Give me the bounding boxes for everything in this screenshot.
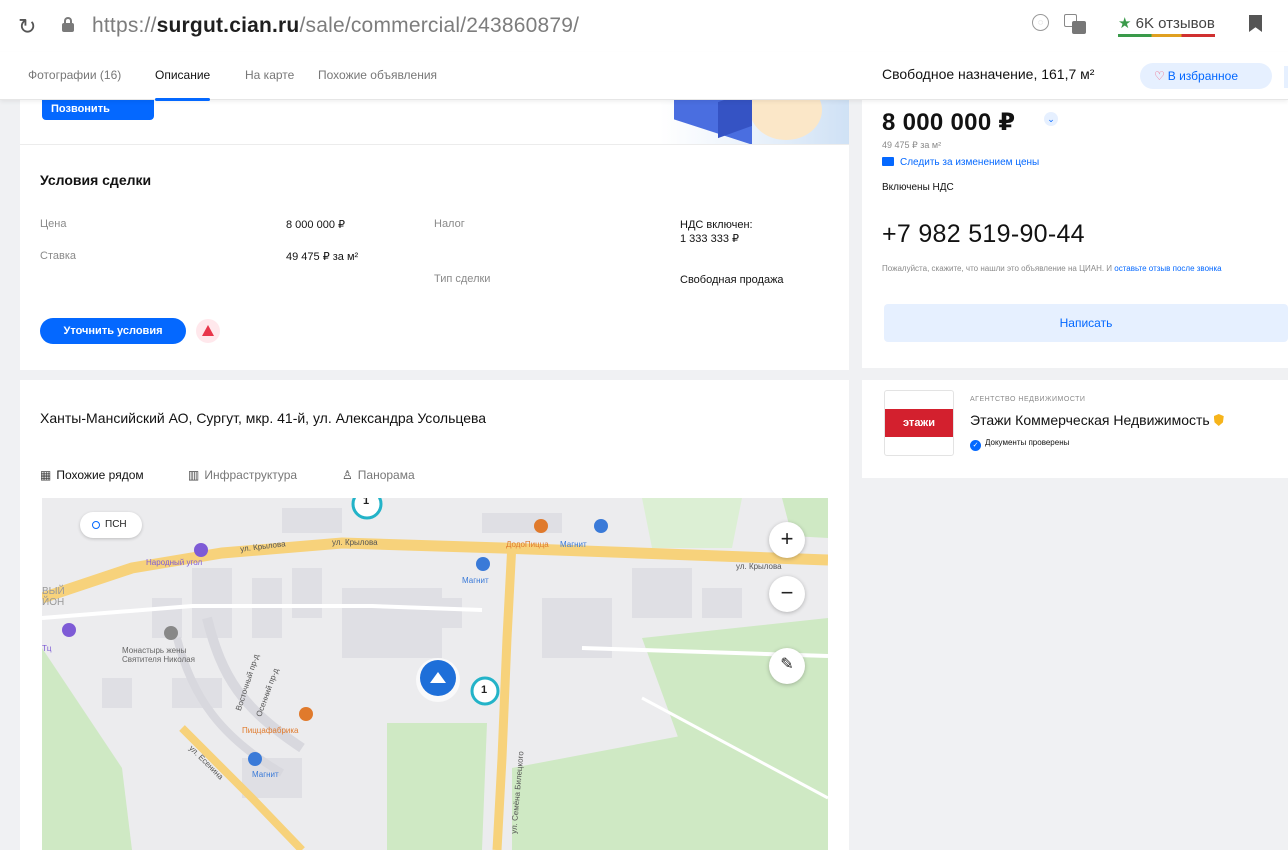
check-icon: ✓ [970,440,981,451]
heart-icon: ♡ [1154,69,1165,83]
psn-filter-chip[interactable]: ПСН [80,512,142,538]
tab-similar[interactable]: Похожие объявления [318,68,437,82]
refine-conditions-button[interactable]: Уточнить условия [40,318,186,344]
map-tab-infrastructure[interactable]: ▥ Инфраструктура [188,468,297,482]
agency-kind: агентство недвижимости [970,396,1086,403]
price: 8 000 000 ₽ [882,109,1016,136]
poi-label: Магнит [252,770,279,779]
zoom-out-button[interactable]: − [769,576,805,612]
agency-card: этажи агентство недвижимости Этажи Комме… [862,380,1288,478]
reviews-badge[interactable]: ★ 6K отзывов [1118,14,1215,37]
tax-label: Налог [434,218,465,230]
extension-icon[interactable] [1062,12,1090,36]
poi-label: Тц [42,644,52,653]
grid-icon: ▦ [40,468,52,482]
conditions-title: Условия сделки [40,172,152,188]
road-label: ул. Крылова [332,538,378,547]
vat-note: Включены НДС [882,182,954,193]
divider [20,144,849,145]
phone-number[interactable]: +7 982 519-90-44 [882,220,1085,249]
poi-label: Магнит [560,540,587,549]
promo-illustration [660,100,849,144]
sticky-tab-bar: Фотографии (16) Описание На карте Похожи… [0,52,1288,101]
bookmark-icon[interactable] [1249,15,1262,32]
more-button[interactable] [1284,66,1288,88]
report-warning-icon[interactable] [196,319,220,343]
tab-description[interactable]: Описание [155,68,211,101]
rate-label: Ставка [40,250,76,262]
district-label: ВЫЙ ЙОН [42,586,65,608]
address: Ханты-Мансийский АО, Сургут, мкр. 41-й, … [40,410,487,426]
call-button[interactable]: Позвонить [42,100,154,120]
map[interactable]: ул. Крылова ул. Крылова ул. Крылова ул. … [42,498,828,850]
star-icon: ★ [1118,15,1132,32]
agency-name[interactable]: Этажи Коммерческая Недвижимость [970,412,1224,428]
deal-type-value: Свободная продажа [680,274,784,286]
map-canvas [42,498,828,850]
favorite-button[interactable]: ♡ В избранное [1140,63,1272,89]
deal-conditions-card: Позвонить Условия сделки Цена 8 000 000 … [20,100,849,370]
deal-type-label: Тип сделки [434,273,491,285]
cluster-count[interactable]: 1 [363,498,369,507]
documents-verified: ✓ Документы проверены [970,438,1069,451]
building-icon: ▥ [188,468,200,482]
price-label: Цена [40,218,67,230]
price-history-chevron-icon[interactable]: ⌄ [1044,112,1058,126]
poi-label: Пиццафабрика [242,726,299,735]
tab-map[interactable]: На карте [245,68,294,82]
browser-address-bar: ↻ https://surgut.cian.ru/sale/commercial… [0,0,1288,52]
poi-label: Магнит [462,576,489,585]
watch-price-link[interactable]: Следить за изменением цены [882,157,1039,168]
ruler-icon[interactable]: ✎ [769,648,805,684]
address-url[interactable]: https://surgut.cian.ru/sale/commercial/2… [92,14,579,38]
price-value: 8 000 000 ₽ [286,219,345,231]
person-walking-icon: ♙ [342,468,353,482]
map-tab-panorama[interactable]: ♙ Панорама [342,468,415,482]
header-summary: Свободное назначение, 161,7 м² [882,66,1095,82]
rate-value: 49 475 ₽ за м² [286,251,359,263]
price-sidebar: 8 000 000 ₽ ⌄ 49 475 ₽ за м² Следить за … [862,100,1288,368]
tax-value-line2: 1 333 333 ₽ [680,233,739,245]
agency-logo[interactable]: этажи [884,390,954,456]
poi-label: Монастырь жены Святителя Николая [122,646,195,664]
poi-label: Народный угол [146,558,203,567]
reload-icon[interactable]: ↻ [18,14,36,40]
envelope-icon [882,157,894,166]
lock-icon[interactable] [62,17,74,32]
leave-review-link[interactable]: оставьте отзыв после звонка [1114,264,1221,273]
shield-icon [1213,414,1224,426]
tab-photos[interactable]: Фотографии (16) [28,68,121,82]
location-card: Ханты-Мансийский АО, Сургут, мкр. 41-й, … [20,380,849,850]
road-label: ул. Крылова [736,562,782,571]
poi-label: ДодоПицца [506,540,549,549]
write-button[interactable]: Написать [884,304,1288,342]
call-hint: Пожалуйста, скажите, что нашли это объяв… [882,264,1222,273]
price-per-m2: 49 475 ₽ за м² [882,140,942,150]
map-tab-similar-nearby[interactable]: ▦ Похожие рядом [40,468,144,482]
tax-value-line1: НДС включен: [680,219,753,231]
zoom-in-button[interactable]: + [769,522,805,558]
share-icon[interactable]: ◌ [1032,14,1049,31]
cluster-count[interactable]: 1 [481,684,487,696]
